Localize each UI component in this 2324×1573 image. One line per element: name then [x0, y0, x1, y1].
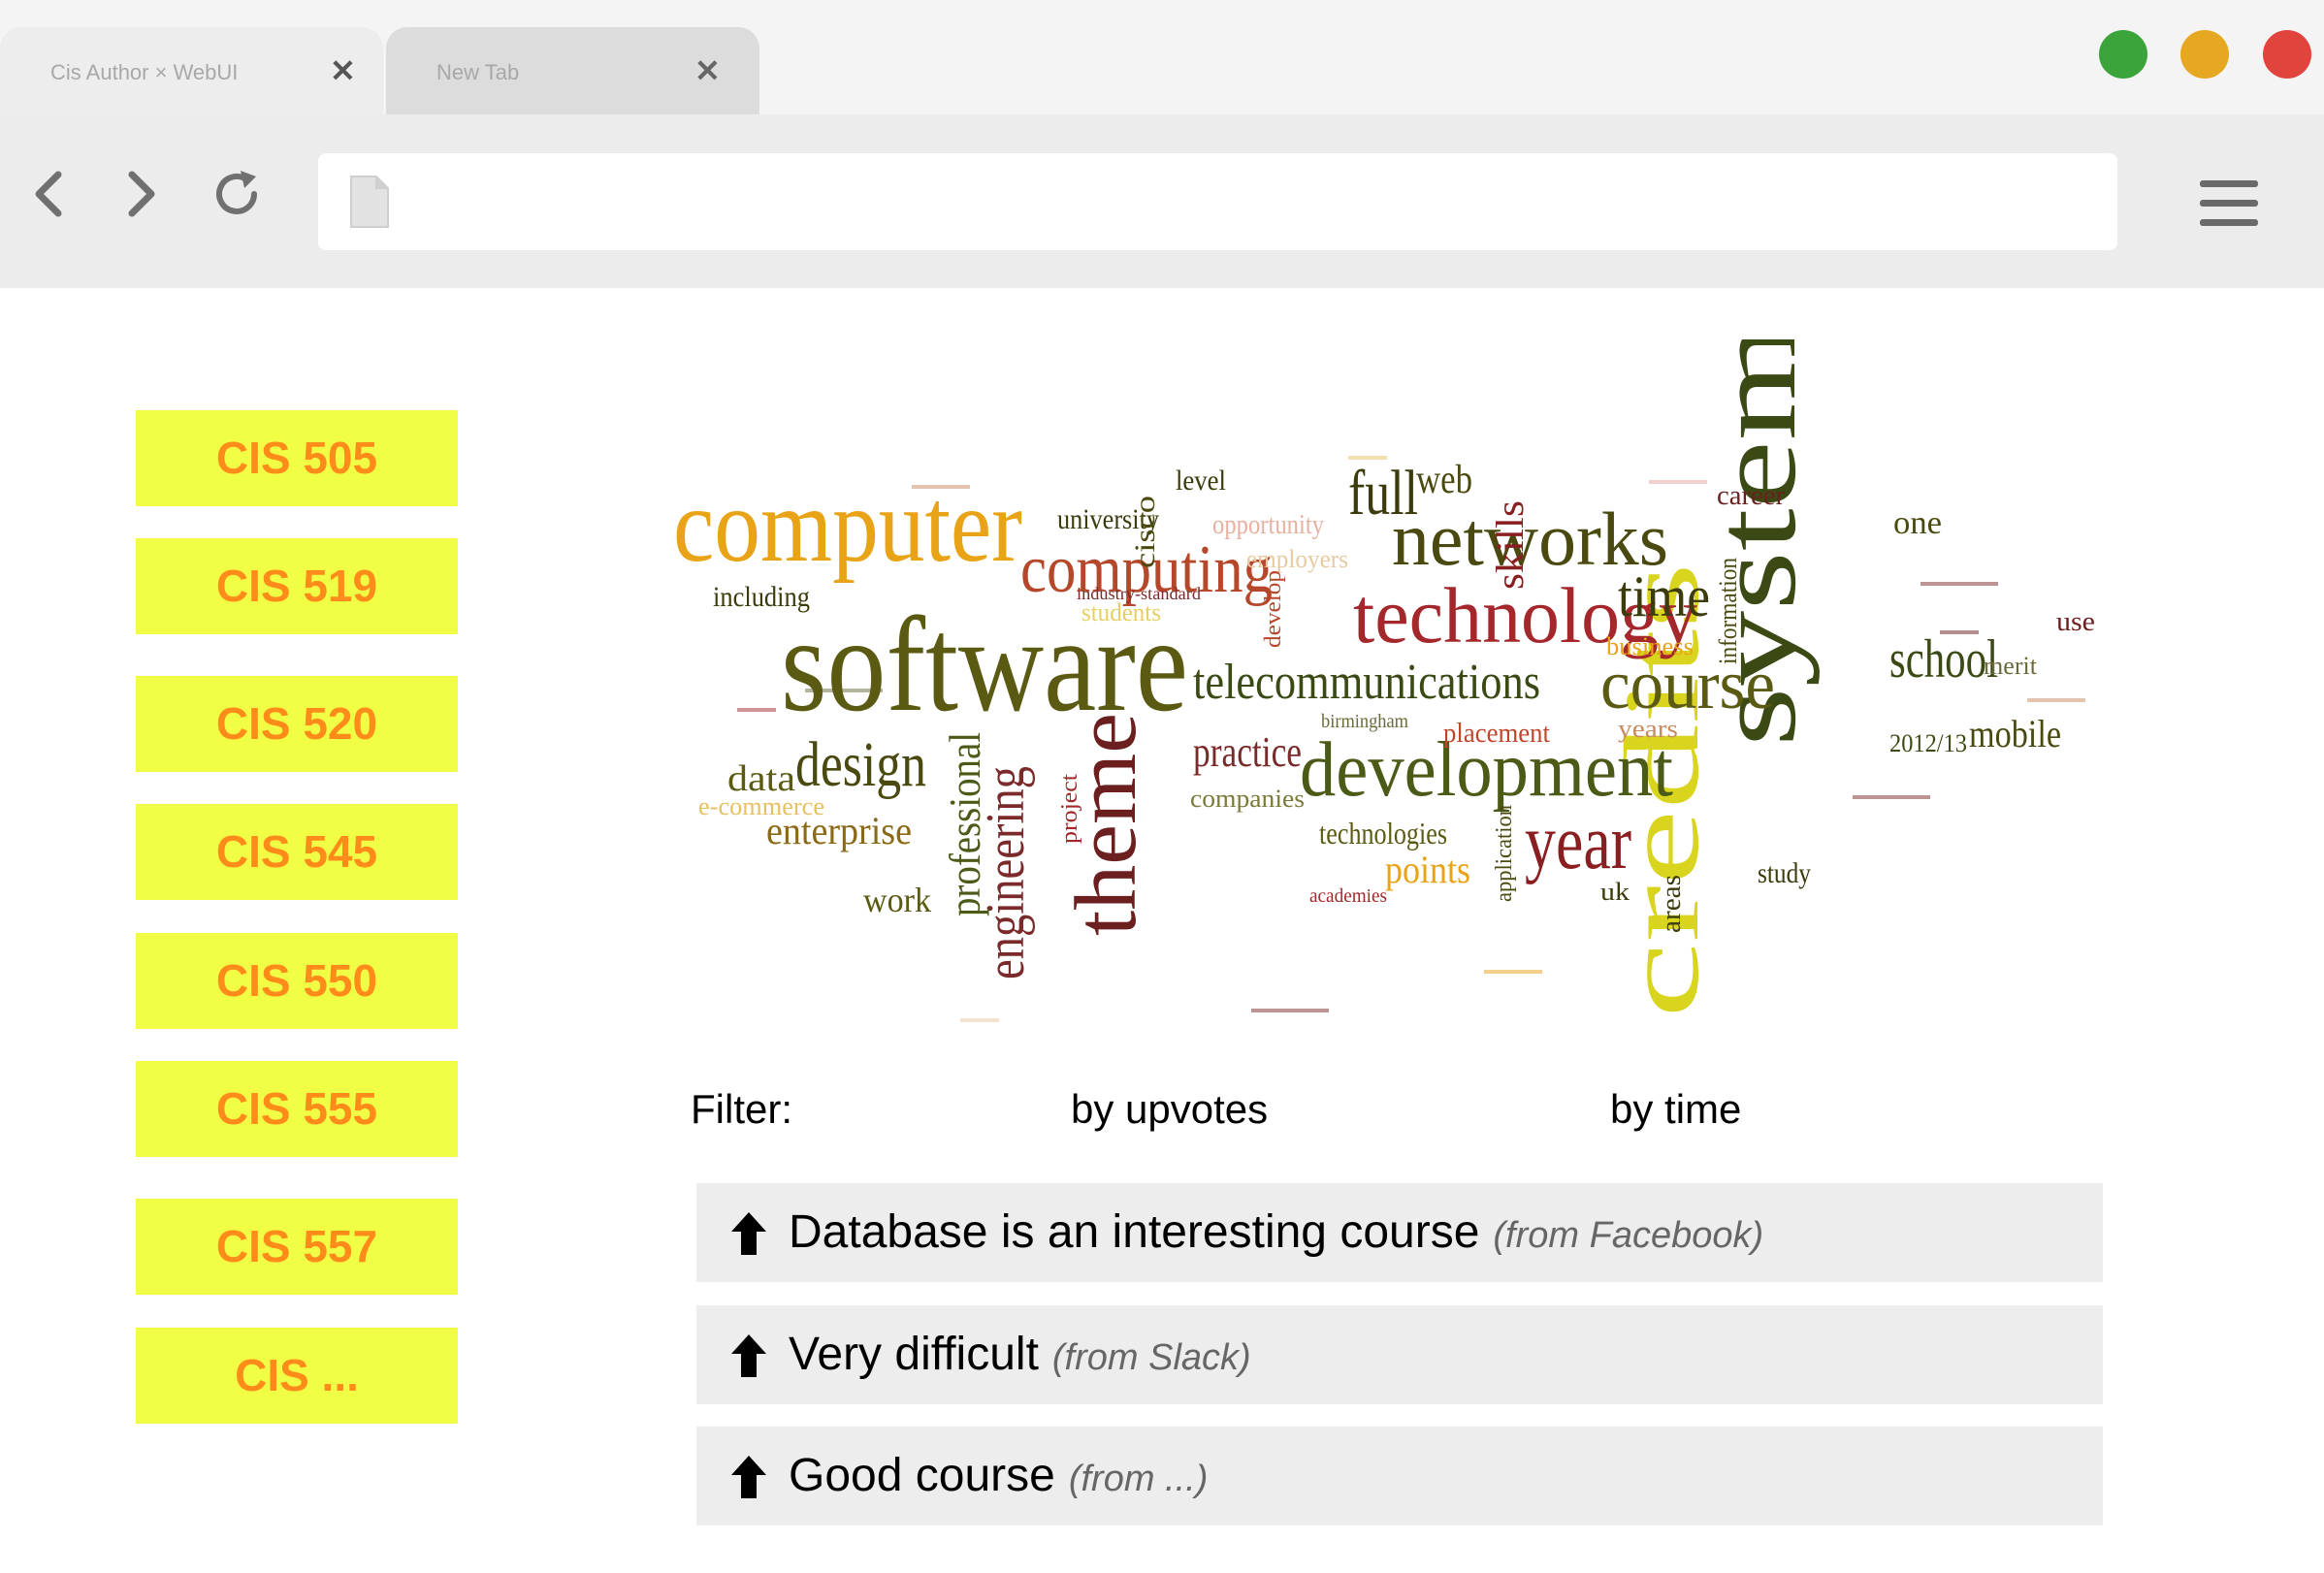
comment-item: Database is an interesting course (from F… — [696, 1183, 2103, 1282]
upvote-arrow-icon[interactable] — [731, 1456, 766, 1498]
close-window-button[interactable] — [2263, 30, 2311, 79]
course-button-cis-505[interactable]: CIS 505 — [136, 410, 458, 506]
word-cloud-word: mobile — [1969, 712, 2061, 755]
tab-title: Cis Author × WebUI — [50, 60, 239, 84]
comment-source: (from Slack) — [1051, 1337, 1251, 1378]
course-button-cis-545[interactable]: CIS 545 — [136, 804, 458, 900]
browser-chrome: Cis Author × WebUI ✕ New Tab ✕ — [0, 0, 2324, 288]
word-cloud-filler — [1484, 970, 1542, 974]
hamburger-menu-icon[interactable] — [2198, 177, 2260, 231]
tab-new-tab[interactable]: New Tab ✕ — [386, 27, 759, 114]
word-cloud-word: areas — [1657, 875, 1687, 933]
course-button-cis-557[interactable]: CIS 557 — [136, 1199, 458, 1295]
word-cloud-word: birmingham — [1321, 711, 1408, 732]
close-icon[interactable]: ✕ — [694, 52, 721, 89]
word-cloud-word: academies — [1309, 885, 1387, 907]
course-button-cis-more[interactable]: CIS ... — [136, 1328, 458, 1424]
word-cloud-filler — [737, 708, 776, 712]
word-cloud-word: time — [1618, 564, 1710, 628]
course-button-cis-519[interactable]: CIS 519 — [136, 538, 458, 634]
chevron-right-icon[interactable] — [111, 165, 169, 223]
chevron-left-icon[interactable] — [21, 165, 80, 223]
tab-cis-author[interactable]: Cis Author × WebUI ✕ — [0, 27, 383, 114]
word-cloud-word: telecommunications — [1193, 655, 1540, 710]
upvote-arrow-icon[interactable] — [731, 1212, 766, 1255]
filter-by-upvotes-link[interactable]: by upvotes — [1071, 1086, 1268, 1133]
word-cloud-word: computer — [673, 468, 1022, 584]
word-cloud-word: level — [1176, 465, 1226, 497]
word-cloud-word: work — [863, 881, 931, 919]
filter-label: Filter: — [691, 1086, 792, 1132]
maximize-button[interactable] — [2099, 30, 2147, 79]
word-cloud-image: computersoftware systemscreditsnetworkste… — [673, 339, 2095, 1022]
word-cloud-word: develop — [1261, 570, 1286, 648]
address-bar[interactable] — [318, 153, 2117, 250]
comment-source: (from Facebook) — [1493, 1215, 1764, 1256]
comment-text: Very difficult — [789, 1329, 1039, 1380]
comment-item: Very difficult (from Slack) — [696, 1305, 2103, 1404]
word-cloud-word: professional — [940, 732, 989, 916]
word-cloud-word: industry-standard — [1077, 584, 1201, 603]
word-cloud-word: placement — [1443, 719, 1550, 749]
word-cloud-filler — [1853, 795, 1930, 799]
word-cloud-word: years — [1618, 715, 1678, 743]
word-cloud-word: full — [1348, 458, 1418, 529]
word-cloud-word: use — [2056, 607, 2095, 637]
word-cloud-word: year — [1525, 800, 1631, 885]
word-cloud-word: study — [1758, 857, 1811, 889]
word-cloud-word: information — [1714, 558, 1742, 664]
minimize-button[interactable] — [2180, 30, 2229, 79]
word-cloud-word: including — [713, 581, 810, 613]
comment-text: Database is an interesting course — [789, 1206, 1480, 1258]
word-cloud-word: e-commerce — [698, 792, 824, 820]
word-cloud-word: opportunity — [1212, 510, 1324, 540]
word-cloud-filler — [1251, 1009, 1329, 1012]
word-cloud-word: employers — [1246, 545, 1348, 573]
word-cloud-word: application — [1492, 805, 1517, 902]
reload-icon[interactable] — [208, 165, 266, 223]
course-button-cis-550[interactable]: CIS 550 — [136, 933, 458, 1029]
word-cloud-word: companies — [1190, 785, 1305, 813]
filter-by-time-link[interactable]: by time — [1610, 1086, 1741, 1133]
upvote-arrow-icon[interactable] — [731, 1334, 766, 1377]
comment-item: Good course (from ...) — [696, 1427, 2103, 1525]
tab-title: New Tab — [436, 60, 520, 84]
word-cloud-word: points — [1385, 848, 1470, 891]
word-cloud-word: business — [1606, 632, 1694, 660]
word-cloud-word: web — [1416, 458, 1472, 502]
word-cloud-word: one — [1893, 505, 1942, 541]
word-cloud-word: practice — [1193, 728, 1302, 776]
word-cloud-filler — [2027, 698, 2085, 702]
word-cloud-word: design — [795, 729, 926, 800]
word-cloud-word: career — [1717, 481, 1786, 511]
word-cloud-word: 2012/13 — [1889, 729, 1967, 757]
close-icon[interactable]: ✕ — [330, 52, 356, 89]
tab-strip: Cis Author × WebUI ✕ New Tab ✕ — [0, 0, 2324, 114]
word-cloud-word: cisco — [1129, 496, 1161, 568]
comment-text: Good course — [789, 1450, 1055, 1501]
word-cloud-word: skills — [1488, 500, 1532, 590]
word-cloud-word: school — [1889, 629, 1998, 690]
course-button-cis-520[interactable]: CIS 520 — [136, 676, 458, 772]
word-cloud-word: project — [1057, 774, 1082, 844]
word-cloud-word: merit — [1984, 652, 2038, 680]
word-cloud-filler — [960, 1018, 999, 1022]
page-icon — [350, 176, 389, 228]
course-button-cis-555[interactable]: CIS 555 — [136, 1061, 458, 1157]
word-cloud-word: uk — [1600, 878, 1630, 906]
comment-source: (from ...) — [1068, 1459, 1209, 1499]
word-cloud-filler — [1921, 582, 1998, 586]
word-cloud-word: technologies — [1319, 816, 1447, 851]
